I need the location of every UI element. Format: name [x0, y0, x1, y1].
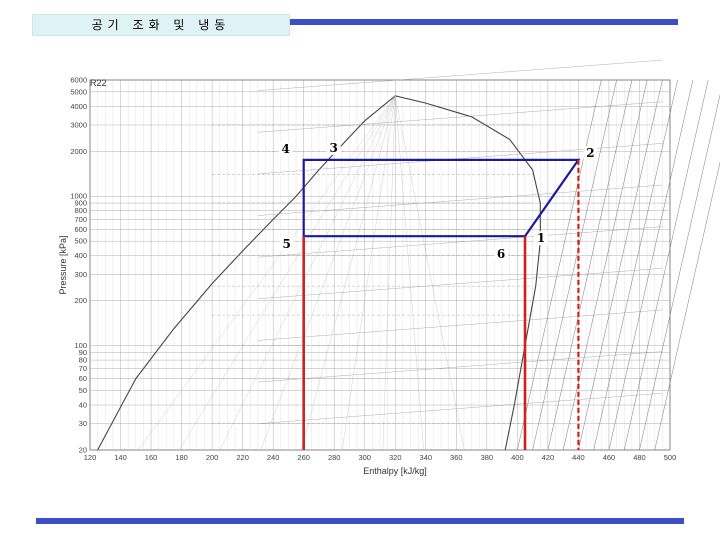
- isochore: [257, 393, 663, 424]
- state-point-2: 2: [586, 146, 594, 160]
- isochore: [257, 268, 663, 299]
- isochore: [257, 309, 663, 341]
- x-tick-label: 160: [145, 453, 158, 462]
- isentrope: [532, 79, 617, 451]
- isentrope: [593, 79, 678, 451]
- footer-rule: [36, 518, 684, 524]
- isochore: [257, 351, 663, 383]
- x-tick-label: 140: [114, 453, 127, 462]
- x-tick-label: 300: [358, 453, 371, 462]
- state-point-6: 6: [497, 247, 505, 261]
- y-tick-label: 700: [74, 215, 87, 224]
- state-point-3: 3: [330, 141, 338, 155]
- y-tick-label: 500: [74, 237, 87, 246]
- y-tick-label: 600: [74, 225, 87, 234]
- x-tick-label: 380: [481, 453, 494, 462]
- state-point-1: 1: [537, 231, 545, 245]
- isochore: [257, 59, 663, 91]
- isochore: [257, 184, 663, 216]
- y-tick-label: 5000: [70, 87, 87, 96]
- isochore: [257, 143, 663, 175]
- quality-line: [138, 95, 396, 451]
- isentrope: [562, 79, 648, 451]
- y-tick-label: 6000: [70, 76, 87, 85]
- y-tick-label: 400: [74, 251, 87, 260]
- y-axis-title: Pressure [kPa]: [58, 235, 68, 294]
- x-tick-label: 180: [175, 453, 188, 462]
- y-tick-label: 30: [79, 419, 87, 428]
- isochore: [257, 226, 663, 258]
- isentrope: [639, 93, 720, 451]
- quality-line: [219, 95, 396, 451]
- y-tick-label: 60: [79, 374, 87, 383]
- quality-line: [301, 95, 396, 451]
- quality-line: [395, 95, 465, 451]
- refrigerant-label: R22: [90, 78, 107, 88]
- chart-axes: 120 140 160 180 200 220 240 260 280 300 320 340 360 3…: [70, 76, 676, 463]
- y-tick-label: 70: [79, 364, 87, 373]
- y-tick-label: 20: [79, 446, 87, 455]
- x-tick-label: 260: [297, 453, 310, 462]
- x-tick-label: 280: [328, 453, 341, 462]
- y-tick-label: 80: [79, 356, 87, 365]
- isentrope: [623, 79, 709, 451]
- ph-diagram: 120 140 160 180 200 220 240 260 280 300 320 340 360 3…: [58, 59, 720, 476]
- x-tick-label: 200: [206, 453, 219, 462]
- x-tick-label: 320: [389, 453, 402, 462]
- x-tick-label: 360: [450, 453, 463, 462]
- quality-line: [382, 95, 396, 451]
- x-axis-title: Enthalpy [kJ/kg]: [363, 466, 427, 476]
- state-point-4: 4: [282, 142, 290, 156]
- isentrope: [654, 161, 720, 451]
- isentrope: [608, 79, 694, 451]
- quality-line: [395, 95, 424, 451]
- x-tick-label: 500: [664, 453, 677, 462]
- y-tick-label: 2000: [70, 147, 87, 156]
- isolines: [138, 59, 720, 451]
- x-tick-label: 400: [511, 453, 524, 462]
- y-tick-label: 4000: [70, 102, 87, 111]
- x-tick-label: 420: [542, 453, 555, 462]
- y-tick-label: 200: [74, 296, 87, 305]
- y-tick-label: 3000: [70, 120, 87, 129]
- y-tick-label: 40: [79, 401, 87, 410]
- x-tick-label: 460: [603, 453, 616, 462]
- quality-line: [341, 95, 396, 451]
- state-point-5: 5: [283, 237, 291, 251]
- chart-grid: [89, 79, 671, 451]
- isentrope: [547, 79, 633, 451]
- x-tick-label: 480: [633, 453, 646, 462]
- y-tick-label: 300: [74, 270, 87, 279]
- x-tick-label: 440: [572, 453, 585, 462]
- isentrope: [517, 79, 602, 451]
- y-tick-label: 50: [79, 386, 87, 395]
- x-tick-label: 240: [267, 453, 280, 462]
- x-tick-label: 340: [420, 453, 433, 462]
- isentrope: [578, 79, 663, 451]
- y-tick-label: 800: [74, 206, 87, 215]
- x-tick-label: 220: [236, 453, 249, 462]
